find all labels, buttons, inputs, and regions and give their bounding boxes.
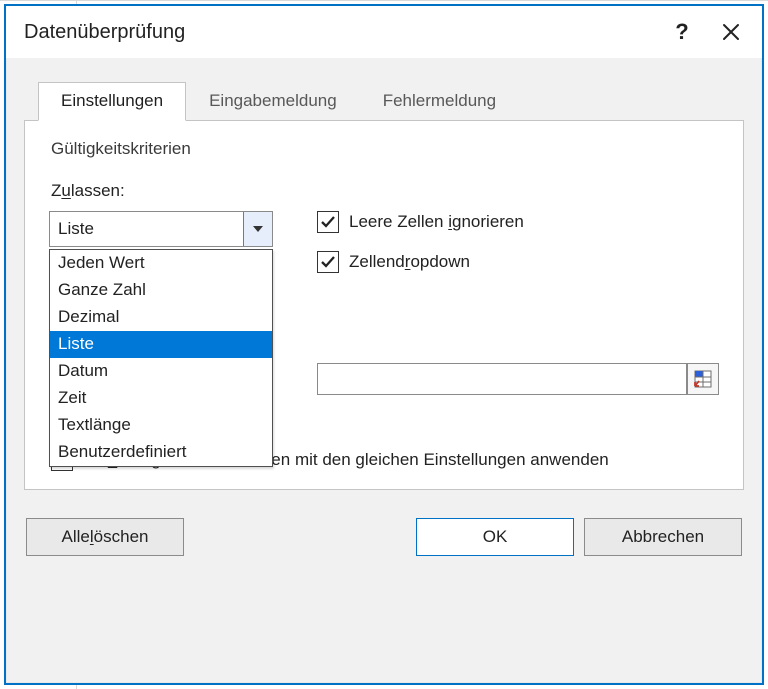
allow-label: Zulassen: bbox=[51, 181, 289, 201]
fieldset-label: Gültigkeitskriterien bbox=[51, 139, 719, 159]
allow-dropdown-button[interactable] bbox=[243, 212, 272, 246]
settings-panel: Gültigkeitskriterien Zulassen: Liste Jed… bbox=[24, 120, 744, 490]
allow-combobox[interactable]: Liste bbox=[49, 211, 273, 247]
source-input[interactable] bbox=[317, 363, 687, 395]
ok-button[interactable]: OK bbox=[416, 518, 574, 556]
titlebar: Datenüberprüfung ? bbox=[6, 6, 762, 58]
chevron-down-icon bbox=[253, 226, 263, 232]
cell-dropdown-checkbox[interactable] bbox=[317, 251, 339, 273]
allow-option-date[interactable]: Datum bbox=[50, 358, 272, 385]
cell-dropdown-label: Zellendropdown bbox=[349, 252, 470, 272]
cell-dropdown-row[interactable]: Zellendropdown bbox=[317, 251, 719, 273]
tab-strip: Einstellungen Eingabemeldung Fehlermeldu… bbox=[6, 58, 762, 120]
close-icon[interactable] bbox=[722, 23, 750, 41]
allow-option-textlength[interactable]: Textlänge bbox=[50, 412, 272, 439]
allow-dropdown-list[interactable]: Jeden Wert Ganze Zahl Dezimal Liste Datu… bbox=[49, 249, 273, 467]
range-select-button[interactable] bbox=[687, 363, 719, 395]
allow-option-list[interactable]: Liste bbox=[50, 331, 272, 358]
allow-option-decimal[interactable]: Dezimal bbox=[50, 304, 272, 331]
range-select-icon bbox=[693, 369, 713, 389]
dialog-title: Datenüberprüfung bbox=[24, 21, 668, 44]
allow-option-custom[interactable]: Benutzerdefiniert bbox=[50, 439, 272, 466]
data-validation-dialog: Datenüberprüfung ? Einstellungen Eingabe… bbox=[4, 4, 764, 685]
tab-error-message[interactable]: Fehlermeldung bbox=[360, 82, 519, 121]
tab-settings[interactable]: Einstellungen bbox=[38, 82, 186, 121]
cancel-button[interactable]: Abbrechen bbox=[584, 518, 742, 556]
clear-all-button[interactable]: Alle löschen bbox=[26, 518, 184, 556]
allow-option-whole[interactable]: Ganze Zahl bbox=[50, 277, 272, 304]
allow-option-any[interactable]: Jeden Wert bbox=[50, 250, 272, 277]
source-row bbox=[317, 363, 719, 395]
button-bar: Alle löschen OK Abbrechen bbox=[6, 508, 762, 568]
ignore-blank-checkbox[interactable] bbox=[317, 211, 339, 233]
tab-input-message[interactable]: Eingabemeldung bbox=[186, 82, 360, 121]
help-icon[interactable]: ? bbox=[668, 19, 696, 45]
allow-value: Liste bbox=[50, 219, 243, 239]
ignore-blank-label: Leere Zellen ignorieren bbox=[349, 212, 524, 232]
ignore-blank-row[interactable]: Leere Zellen ignorieren bbox=[317, 211, 719, 233]
allow-option-time[interactable]: Zeit bbox=[50, 385, 272, 412]
